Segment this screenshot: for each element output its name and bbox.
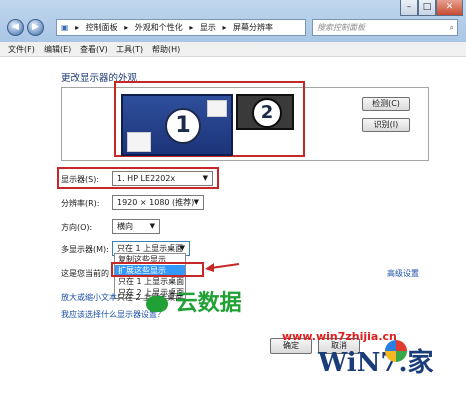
monitor-1-number: 1 xyxy=(165,108,201,144)
search-placeholder: 搜索控制面板 xyxy=(317,23,365,32)
windows-logo-icon xyxy=(385,340,407,362)
menu-view[interactable]: 查看(V) xyxy=(80,44,108,55)
monitor-1[interactable]: 1 xyxy=(121,94,233,156)
current-display-text: 这是您当前的 xyxy=(61,269,109,278)
window-thumbnail-icon xyxy=(127,132,151,152)
orientation-value: 横向 xyxy=(117,222,133,231)
forward-button[interactable]: ▶ xyxy=(27,19,44,36)
menu-file[interactable]: 文件(F) xyxy=(8,44,35,55)
address-bar[interactable]: ▣ ▸ 控制面板 ▸ 外观和个性化 ▸ 显示 ▸ 屏幕分辨率 xyxy=(56,19,306,36)
highlight-display xyxy=(57,167,219,189)
multi-display-label: 多显示器(M): xyxy=(61,245,109,254)
resolution-value: 1920 × 1080 (推荐) xyxy=(117,198,195,207)
advanced-settings-link[interactable]: 高级设置 xyxy=(387,268,419,279)
back-button[interactable]: ◀ xyxy=(7,19,24,36)
menu-edit[interactable]: 编辑(E) xyxy=(44,44,71,55)
cloud-logo-icon xyxy=(146,296,168,312)
text-size-link-label: 放大或缩小文本 xyxy=(61,293,117,302)
resolution-select[interactable]: 1920 × 1080 (推荐) ▼ xyxy=(112,195,204,210)
breadcrumb-display[interactable]: 显示 xyxy=(200,23,216,32)
detect-button[interactable]: 检测(C) xyxy=(362,97,410,111)
search-icon: ⌕ xyxy=(449,23,454,32)
menu-bar: 文件(F) 编辑(E) 查看(V) 工具(T) 帮助(H) xyxy=(0,42,466,57)
chevron-down-icon: ▼ xyxy=(149,222,155,230)
watermark-win7: WiN7.家 xyxy=(318,348,434,378)
chevron-down-icon: ▼ xyxy=(193,198,199,206)
monitor-2[interactable]: 2 xyxy=(236,94,294,130)
menu-help[interactable]: 帮助(H) xyxy=(152,44,180,55)
watermark-brand-text: 云数据 xyxy=(175,291,242,316)
breadcrumb-resolution[interactable]: 屏幕分辨率 xyxy=(233,23,273,32)
resolution-label: 分辨率(R): xyxy=(61,199,100,208)
breadcrumb-control-panel[interactable]: 控制面板 xyxy=(86,23,118,32)
search-input[interactable]: 搜索控制面板 ⌕ xyxy=(312,19,458,36)
breadcrumb-separator-icon: ▸ xyxy=(189,23,194,32)
orientation-label: 方向(O): xyxy=(61,223,93,232)
breadcrumb-separator-icon: ▸ xyxy=(124,23,129,32)
menu-tools[interactable]: 工具(T) xyxy=(116,44,143,55)
window-thumbnail-icon xyxy=(207,100,227,117)
maximize-button[interactable]: □ xyxy=(418,0,436,16)
identify-button[interactable]: 识别(I) xyxy=(362,118,410,132)
control-panel-icon: ▣ xyxy=(61,23,69,32)
multi-display-value: 只在 1 上显示桌面 xyxy=(117,244,184,253)
breadcrumb-separator-icon: ▸ xyxy=(75,23,80,32)
monitor-2-number: 2 xyxy=(252,98,282,128)
red-arrow-icon xyxy=(205,263,240,272)
highlight-extend-option xyxy=(111,262,204,277)
minimize-button[interactable]: – xyxy=(400,0,418,16)
close-button[interactable]: ✕ xyxy=(436,0,463,16)
orientation-select[interactable]: 横向 ▼ xyxy=(112,219,160,234)
watermark-brand: 云数据 xyxy=(146,285,242,317)
breadcrumb-separator-icon: ▸ xyxy=(222,23,227,32)
breadcrumb-appearance[interactable]: 外观和个性化 xyxy=(135,23,183,32)
